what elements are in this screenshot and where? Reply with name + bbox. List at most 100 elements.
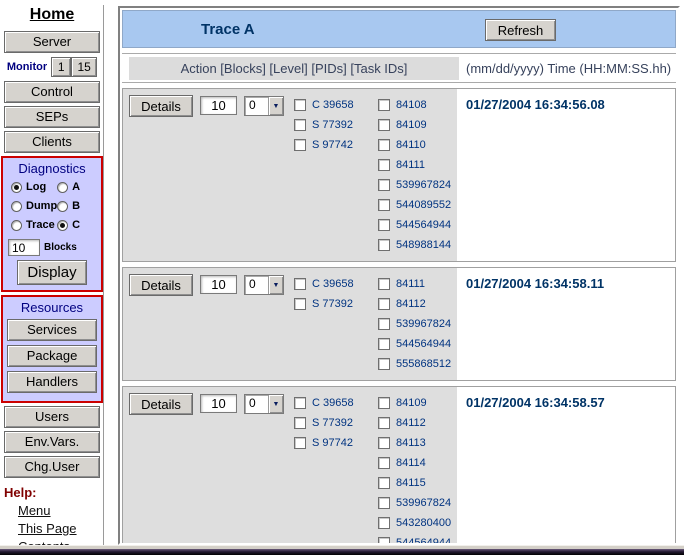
monitor-button-15[interactable]: 15 <box>71 57 97 77</box>
task-id-checkbox[interactable] <box>378 139 390 151</box>
task-id-checkbox[interactable] <box>378 318 390 330</box>
blocks-count-input[interactable] <box>200 96 237 115</box>
dropdown-arrow-icon[interactable]: ▼ <box>268 276 283 294</box>
sidebar-button-chg-user[interactable]: Chg.User <box>4 456 100 478</box>
task-id-checkbox-label: 544564944 <box>396 537 451 545</box>
task-id-checkbox[interactable] <box>378 119 390 131</box>
task-id-checkbox-label: 544564944 <box>396 338 451 350</box>
sidebar-button-control[interactable]: Control <box>4 81 100 103</box>
task-id-checkbox[interactable] <box>378 99 390 111</box>
blocks-count-input[interactable] <box>200 394 237 413</box>
pid-checkbox-label: S 77392 <box>312 119 353 131</box>
task-id-checkbox-label: 544089552 <box>396 199 451 211</box>
columns-header-cell: Action [Blocks] [Level] [PIDs] [Task IDs… <box>129 57 459 80</box>
radio-button-dump[interactable] <box>11 201 22 212</box>
details-button[interactable]: Details <box>129 95 193 117</box>
pid-column: C 39658S 77392S 97742 <box>294 393 376 453</box>
pid-checkbox[interactable] <box>294 278 306 290</box>
radio-option-dump[interactable]: Dump <box>11 200 57 212</box>
pid-row: C 39658 <box>294 95 376 115</box>
task-id-checkbox[interactable] <box>378 358 390 370</box>
radio-button-c[interactable] <box>57 220 68 231</box>
level-select[interactable]: 0▼ <box>244 275 284 295</box>
radio-button-a[interactable] <box>57 182 68 193</box>
task-id-checkbox[interactable] <box>378 517 390 529</box>
pid-checkbox[interactable] <box>294 298 306 310</box>
radio-label-c: C <box>72 219 80 231</box>
pid-checkbox[interactable] <box>294 437 306 449</box>
task-id-checkbox[interactable] <box>378 338 390 350</box>
task-id-checkbox-label: 84110 <box>396 139 426 151</box>
radio-option-c[interactable]: C <box>57 219 96 231</box>
pid-checkbox-label: S 97742 <box>312 139 353 151</box>
blocks-label: Blocks <box>44 242 77 253</box>
monitor-button-1[interactable]: 1 <box>51 57 71 77</box>
task-id-checkbox[interactable] <box>378 397 390 409</box>
task-id-checkbox[interactable] <box>378 159 390 171</box>
task-id-checkbox-label: 84112 <box>396 417 426 429</box>
sidebar-button-clients[interactable]: Clients <box>4 131 100 153</box>
sidebar-button-package[interactable]: Package <box>7 345 97 367</box>
task-id-checkbox[interactable] <box>378 298 390 310</box>
pid-checkbox[interactable] <box>294 99 306 111</box>
sidebar-button-server[interactable]: Server <box>4 31 100 53</box>
task-id-checkbox-label: 84109 <box>396 119 427 131</box>
sidebar-button-seps[interactable]: SEPs <box>4 106 100 128</box>
task-id-checkbox[interactable] <box>378 457 390 469</box>
dropdown-arrow-icon[interactable]: ▼ <box>268 97 283 115</box>
pid-checkbox-label: C 39658 <box>312 278 354 290</box>
pid-checkbox[interactable] <box>294 417 306 429</box>
task-id-checkbox[interactable] <box>378 437 390 449</box>
task-id-checkbox[interactable] <box>378 219 390 231</box>
radio-label-a: A <box>72 181 80 193</box>
radio-button-trace[interactable] <box>11 220 22 231</box>
pid-checkbox[interactable] <box>294 119 306 131</box>
task-id-checkbox[interactable] <box>378 278 390 290</box>
sidebar-button-handlers[interactable]: Handlers <box>7 371 97 393</box>
details-button[interactable]: Details <box>129 274 193 296</box>
task-id-checkbox[interactable] <box>378 179 390 191</box>
pid-row: S 77392 <box>294 115 376 135</box>
task-id-checkbox-label: 539967824 <box>396 497 451 509</box>
task-id-checkbox[interactable] <box>378 239 390 251</box>
radio-option-log[interactable]: Log <box>11 181 57 193</box>
radio-button-log[interactable] <box>11 182 22 193</box>
task-id-checkbox[interactable] <box>378 477 390 489</box>
level-select[interactable]: 0▼ <box>244 394 284 414</box>
radio-button-b[interactable] <box>57 201 68 212</box>
level-select[interactable]: 0▼ <box>244 96 284 116</box>
radio-label-log: Log <box>26 181 46 193</box>
dropdown-arrow-icon[interactable]: ▼ <box>268 395 283 413</box>
help-link-menu[interactable]: Menu <box>18 503 104 518</box>
blocks-input[interactable] <box>8 239 40 256</box>
sidebar-button-env-vars[interactable]: Env.Vars. <box>4 431 100 453</box>
resources-title: Resources <box>5 300 99 315</box>
home-link[interactable]: Home <box>30 6 74 24</box>
pid-checkbox-label: S 97742 <box>312 437 353 449</box>
level-select-value: 0 <box>245 276 268 294</box>
sidebar-button-users[interactable]: Users <box>4 406 100 428</box>
task-id-checkbox[interactable] <box>378 199 390 211</box>
task-id-checkbox[interactable] <box>378 497 390 509</box>
pid-column: C 39658S 77392 <box>294 274 376 314</box>
task-id-checkbox-label: 84108 <box>396 99 427 111</box>
timestamp: 01/27/2004 16:34:58.11 <box>457 268 604 380</box>
help-link-this-page[interactable]: This Page <box>18 521 104 536</box>
radio-option-b[interactable]: B <box>57 200 96 212</box>
details-button[interactable]: Details <box>129 393 193 415</box>
radio-option-trace[interactable]: Trace <box>11 219 57 231</box>
diagnostics-title: Diagnostics <box>5 161 99 176</box>
task-id-checkbox[interactable] <box>378 537 390 545</box>
radio-option-a[interactable]: A <box>57 181 96 193</box>
refresh-button[interactable]: Refresh <box>485 19 556 41</box>
time-format-header: (mm/dd/yyyy) Time (HH:MM:SS.hh) <box>466 57 671 80</box>
pid-checkbox[interactable] <box>294 397 306 409</box>
help-title: Help: <box>4 485 104 500</box>
task-id-checkbox-label: 84111 <box>396 159 425 171</box>
display-button[interactable]: Display <box>17 260 87 285</box>
sidebar-button-services[interactable]: Services <box>7 319 97 341</box>
blocks-count-input[interactable] <box>200 275 237 294</box>
frame-divider <box>103 5 104 546</box>
task-id-checkbox[interactable] <box>378 417 390 429</box>
pid-checkbox[interactable] <box>294 139 306 151</box>
